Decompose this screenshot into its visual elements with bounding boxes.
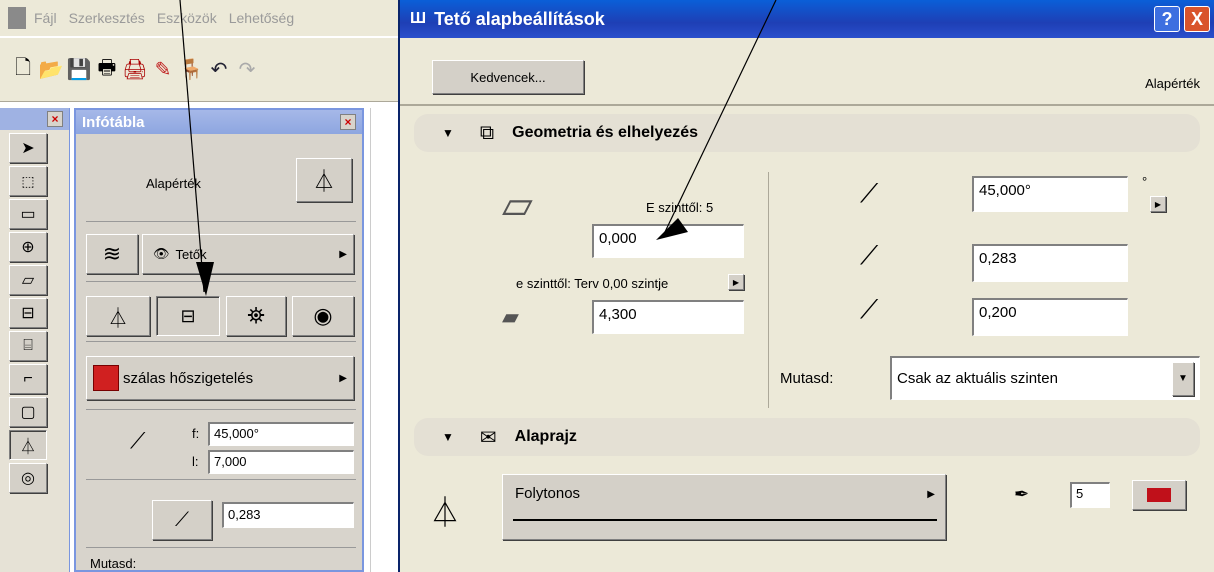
annotation-arrow-right xyxy=(663,0,777,235)
annotation-arrow-left xyxy=(179,0,205,293)
annotation-arrows xyxy=(179,0,777,296)
arrowhead-left-icon xyxy=(196,262,214,296)
arrowhead-right-icon xyxy=(656,218,688,240)
